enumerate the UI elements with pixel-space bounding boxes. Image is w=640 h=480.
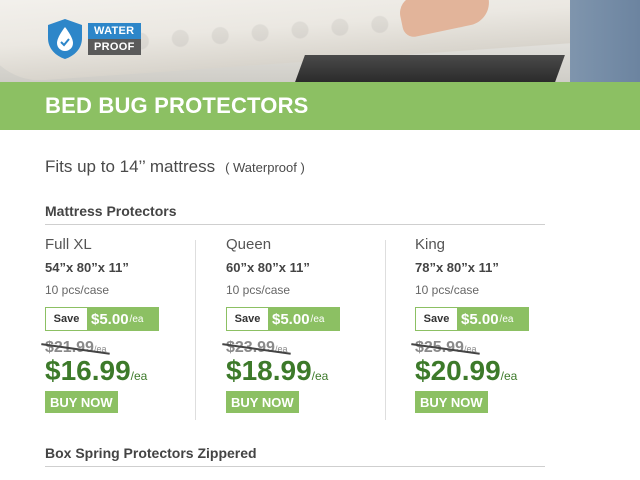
buy-now-button[interactable]: BUY NOW (415, 391, 488, 413)
product-dims: 78”x 80”x 11” (415, 260, 499, 275)
save-value: $5.00 (272, 310, 310, 328)
product-dims: 54”x 80”x 11” (45, 260, 129, 275)
unit-label: /ea (311, 369, 329, 383)
waterproof-note: ( Waterproof ) (225, 160, 305, 175)
water-drop-shield-icon (48, 19, 82, 59)
product-case: 10 pcs/case (45, 283, 110, 297)
page-title: BED BUG PROTECTORS (45, 93, 309, 118)
save-value: $5.00 (91, 310, 129, 328)
save-badge: Save $5.00/ea (415, 307, 529, 331)
person-photo (570, 0, 640, 82)
sale-price: $20.99/ea (415, 355, 585, 387)
product-name: King (415, 236, 446, 253)
save-badge: Save $5.00/ea (226, 307, 340, 331)
product-card: Full XL 54”x 80”x 11” 10 pcs/case Save $… (45, 236, 215, 413)
old-price: $25.99/ea (415, 339, 476, 357)
waterproof-badge: WATER PROOF (46, 18, 141, 60)
save-label: Save (45, 307, 87, 331)
sale-price-value: $18.99 (226, 355, 312, 386)
fits-text: Fits up to 14’’ mattress (45, 157, 216, 176)
section-title-mattress: Mattress Protectors (45, 203, 177, 219)
product-name: Queen (226, 236, 272, 253)
unit-label: /ea (129, 313, 144, 325)
save-label: Save (226, 307, 268, 331)
fits-info: Fits up to 14’’ mattress ( Waterproof ) (45, 157, 305, 177)
bed-frame (295, 55, 565, 82)
unit-label: /ea (500, 369, 518, 383)
old-price: $21.99/ea (45, 339, 106, 357)
sale-price: $16.99/ea (45, 355, 215, 387)
buy-now-button[interactable]: BUY NOW (226, 391, 299, 413)
title-banner: BED BUG PROTECTORS (0, 82, 640, 130)
sale-price-value: $16.99 (45, 355, 131, 386)
buy-now-button[interactable]: BUY NOW (45, 391, 118, 413)
save-value: $5.00 (461, 310, 499, 328)
old-price-value: $23.99 (226, 339, 275, 356)
section-title-boxspring: Box Spring Protectors Zippered (45, 445, 257, 461)
product-case: 10 pcs/case (415, 283, 480, 297)
badge-line2: PROOF (88, 39, 141, 55)
old-price: $23.99/ea (226, 339, 287, 357)
unit-label: /ea (274, 344, 288, 354)
save-badge: Save $5.00/ea (45, 307, 159, 331)
sale-price-value: $20.99 (415, 355, 501, 386)
product-dims: 60”x 80”x 11” (226, 260, 310, 275)
product-card: King 78”x 80”x 11” 10 pcs/case Save $5.0… (415, 236, 585, 413)
save-amount: $5.00/ea (87, 307, 159, 331)
save-label: Save (415, 307, 457, 331)
product-name: Full XL (45, 236, 92, 253)
section-divider (45, 224, 545, 225)
hero-image: WATER PROOF (0, 0, 640, 82)
sale-price: $18.99/ea (226, 355, 396, 387)
product-card: Queen 60”x 80”x 11” 10 pcs/case Save $5.… (226, 236, 396, 413)
unit-label: /ea (93, 344, 107, 354)
unit-label: /ea (499, 313, 514, 325)
old-price-value: $21.99 (45, 339, 94, 356)
save-amount: $5.00/ea (457, 307, 529, 331)
unit-label: /ea (463, 344, 477, 354)
save-amount: $5.00/ea (268, 307, 340, 331)
unit-label: /ea (130, 369, 148, 383)
unit-label: /ea (310, 313, 325, 325)
old-price-value: $25.99 (415, 339, 464, 356)
product-case: 10 pcs/case (226, 283, 291, 297)
badge-line1: WATER (88, 23, 141, 39)
section-divider (45, 466, 545, 467)
